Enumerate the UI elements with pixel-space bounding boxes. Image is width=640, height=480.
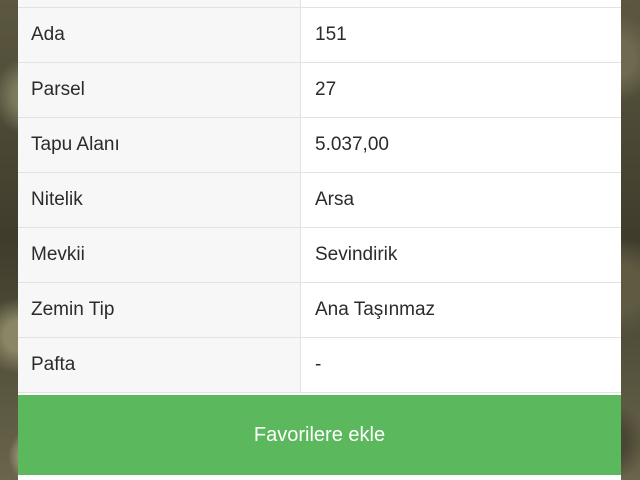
row-value: Sevindirik <box>315 244 398 265</box>
row-label: Zemin Tip <box>18 283 301 337</box>
row-label: Nitelik <box>18 173 301 227</box>
row-label: Parsel <box>18 63 301 117</box>
row-value: Ana Taşınmaz <box>315 299 436 320</box>
row-label: Ada <box>18 8 301 62</box>
row-label: Pafta <box>18 338 301 392</box>
row-value: 5.037,00 <box>315 134 389 155</box>
table-row-ada: Ada 151 <box>18 8 621 63</box>
row-value: Arsa <box>315 189 355 210</box>
row-value: - <box>315 354 322 375</box>
table-row-parsel: Parsel 27 <box>18 63 621 118</box>
row-value: 27 <box>315 79 337 100</box>
table-row-tapu-alani: Tapu Alanı 5.037,00 <box>18 118 621 173</box>
row-value: 151 <box>315 24 347 45</box>
table-row-zemin-tip: Zemin Tip Ana Taşınmaz <box>18 283 621 338</box>
parcel-details-table: Ada 151 Parsel 27 Tapu Alanı 5.037,00 Ni… <box>18 0 621 393</box>
row-label: Tapu Alanı <box>18 118 301 172</box>
add-to-favorites-button[interactable]: Favorilere ekle <box>18 395 621 475</box>
table-row-mevkii: Mevkii Sevindirik <box>18 228 621 283</box>
parcel-info-panel: Ada 151 Parsel 27 Tapu Alanı 5.037,00 Ni… <box>18 0 621 480</box>
table-row-pafta: Pafta - <box>18 338 621 393</box>
row-label: Mevkii <box>18 228 301 282</box>
table-row-partial <box>18 0 621 8</box>
table-row-nitelik: Nitelik Arsa <box>18 173 621 228</box>
